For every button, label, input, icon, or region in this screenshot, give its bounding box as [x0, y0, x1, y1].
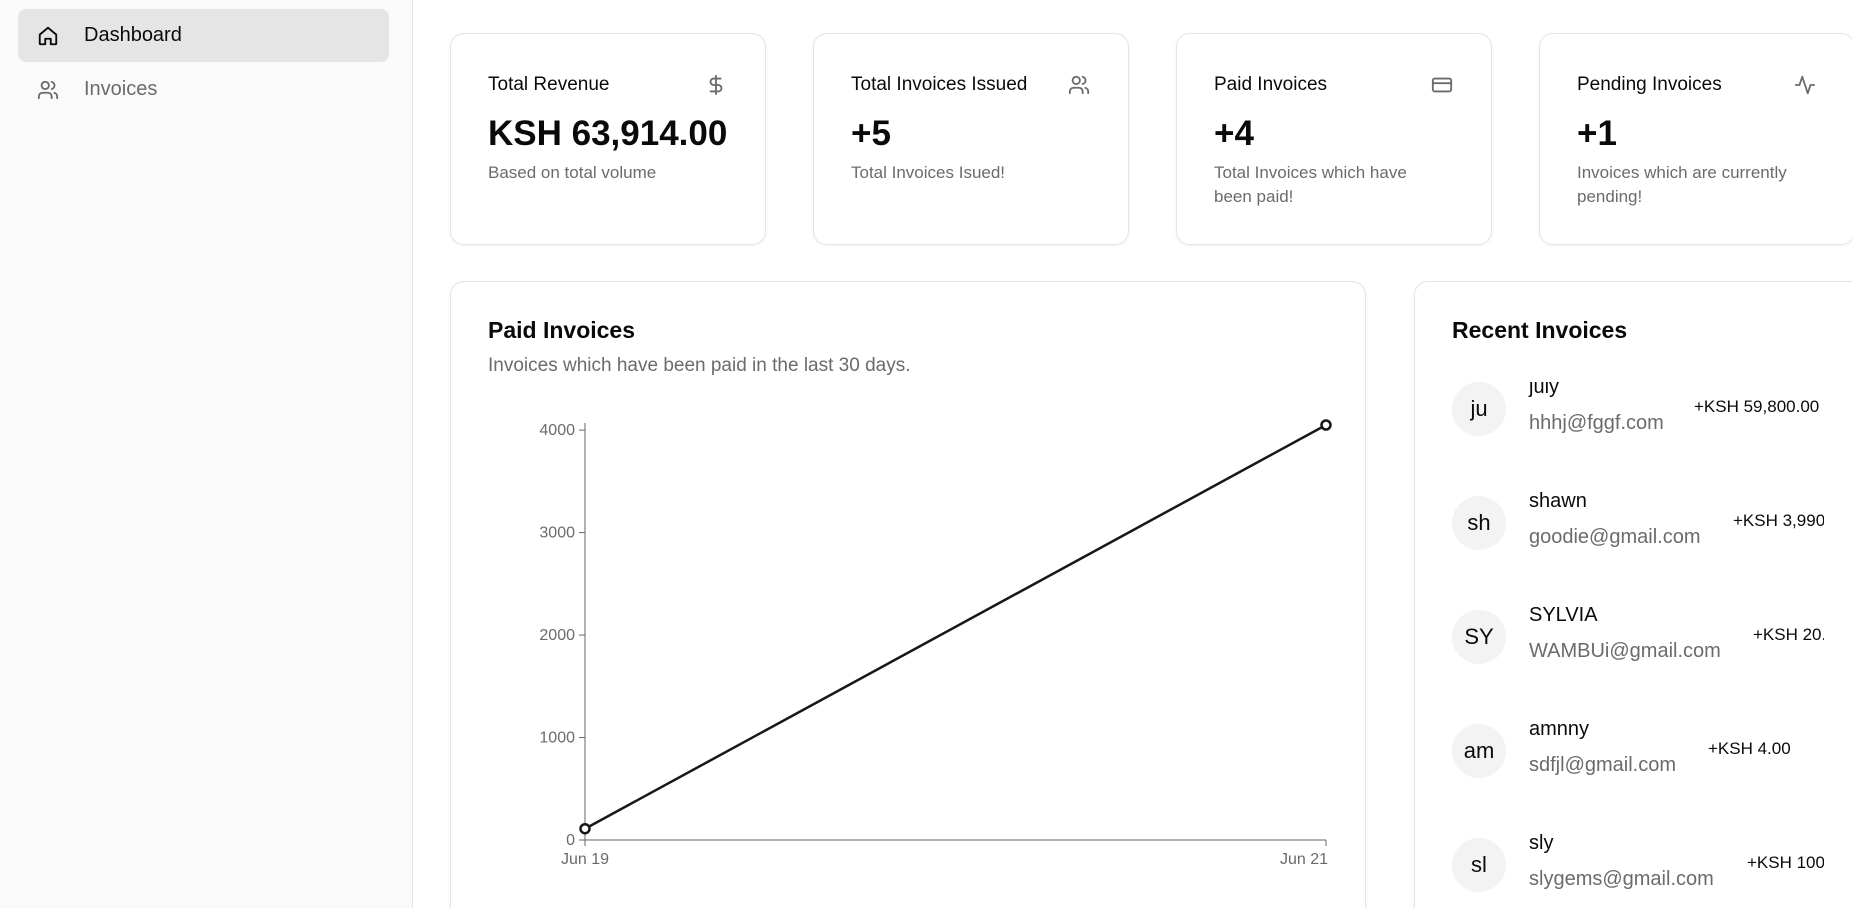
invoice-amount: +KSH 4.00: [1708, 739, 1791, 758]
invoice-email: hhhj@fggf.com: [1529, 412, 1664, 434]
recent-invoices-list: ju july hhhj@fggf.com +KSH 59,800.00 sh …: [1452, 382, 1824, 908]
y-tick-label: 0: [566, 832, 575, 849]
list-item[interactable]: SY SYLVIA WAMBUi@gmail.com +KSH 20.00: [1452, 604, 1824, 724]
recent-invoices-card: Recent Invoices ju july hhhj@fggf.com +K…: [1414, 281, 1852, 908]
stat-card-paid-invoices: Paid Invoices +4 Total Invoices which ha…: [1176, 33, 1492, 245]
credit-card-icon: [1430, 73, 1454, 97]
stat-title: Pending Invoices: [1577, 74, 1722, 95]
invoice-amount: +KSH 100.00: [1747, 853, 1824, 872]
home-icon: [36, 24, 60, 48]
invoice-name: sly: [1529, 832, 1554, 854]
avatar: SY: [1452, 610, 1506, 664]
invoice-email: goodie@gmail.com: [1529, 526, 1701, 548]
stat-title: Total Invoices Issued: [851, 74, 1028, 95]
list-item[interactable]: ju july hhhj@fggf.com +KSH 59,800.00: [1452, 382, 1824, 496]
stat-description: Total Invoices which have been paid!: [1214, 163, 1407, 206]
stat-card-total-invoices: Total Invoices Issued +5 Total Invoices …: [813, 33, 1129, 245]
y-tick-label: 3000: [539, 525, 575, 542]
stat-value: KSH 63,914.00: [488, 114, 728, 153]
stat-card-pending-invoices: Pending Invoices +1 Invoices which are c…: [1539, 33, 1852, 245]
stat-value: +4: [1214, 114, 1254, 153]
dollar-icon: [704, 73, 728, 97]
invoice-email: sdfjl@gmail.com: [1529, 754, 1677, 776]
stat-card-total-revenue: Total Revenue KSH 63,914.00 Based on tot…: [450, 33, 766, 245]
users-icon: [1067, 73, 1091, 97]
avatar: am: [1452, 724, 1506, 778]
recent-invoices-title: Recent Invoices: [1452, 317, 1628, 343]
users-icon: [36, 78, 60, 102]
stat-description: Total Invoices Isued!: [851, 163, 1006, 182]
activity-icon: [1793, 73, 1817, 97]
x-tick-label: Jun 21: [1280, 851, 1328, 868]
invoice-email: WAMBUi@gmail.com: [1529, 640, 1721, 662]
invoice-amount: +KSH 20.00: [1753, 625, 1824, 644]
sidebar-item-invoices[interactable]: Invoices: [18, 63, 389, 116]
list-item[interactable]: am amnny sdfjl@gmail.com +KSH 4.00: [1452, 718, 1824, 838]
series-line: [584, 423, 1327, 830]
stat-title: Paid Invoices: [1214, 74, 1328, 95]
avatar: sh: [1452, 496, 1506, 550]
avatar: sl: [1452, 838, 1506, 892]
invoice-email: slygems@gmail.com: [1529, 868, 1714, 890]
x-tick-label: Jun 19: [561, 851, 609, 868]
y-tick-label: 2000: [539, 627, 575, 644]
stat-title: Total Revenue: [488, 74, 610, 95]
invoice-name: july: [1529, 382, 1560, 398]
stat-value: +1: [1577, 114, 1617, 153]
sidebar-item-label: Dashboard: [84, 24, 182, 46]
invoice-amount: +KSH 59,800.00: [1694, 397, 1820, 416]
y-tick-label: 1000: [539, 730, 575, 747]
app: Dashboard Invoices Total Revenue KSH 63,…: [0, 0, 1852, 908]
invoice-name: shawn: [1529, 490, 1587, 512]
list-item[interactable]: sl sly slygems@gmail.com +KSH 100.00: [1452, 832, 1824, 908]
invoice-amount: +KSH 3,990.00: [1733, 511, 1824, 530]
paid-invoices-line-chart: 0 1000 2000 3000 4000 Jun 19 Jun 21: [539, 419, 1332, 868]
y-tick-label: 4000: [539, 422, 575, 439]
invoice-name: amnny: [1529, 718, 1590, 740]
paid-invoices-chart-card: Paid Invoices Invoices which have been p…: [450, 281, 1366, 908]
stat-description: Based on total volume: [488, 163, 657, 182]
avatar: ju: [1452, 382, 1506, 436]
data-point: [579, 822, 591, 835]
list-item[interactable]: sh shawn goodie@gmail.com +KSH 3,990.00: [1452, 490, 1824, 610]
sidebar: Dashboard Invoices: [0, 0, 413, 908]
stat-description: Invoices which are currently pending!: [1577, 163, 1787, 206]
data-point: [1320, 419, 1332, 431]
stat-value: +5: [851, 114, 891, 153]
invoice-name: SYLVIA: [1529, 604, 1598, 626]
sidebar-item-label: Invoices: [84, 78, 158, 100]
sidebar-item-dashboard[interactable]: Dashboard: [18, 9, 389, 62]
main-content: Total Revenue KSH 63,914.00 Based on tot…: [414, 0, 1852, 908]
